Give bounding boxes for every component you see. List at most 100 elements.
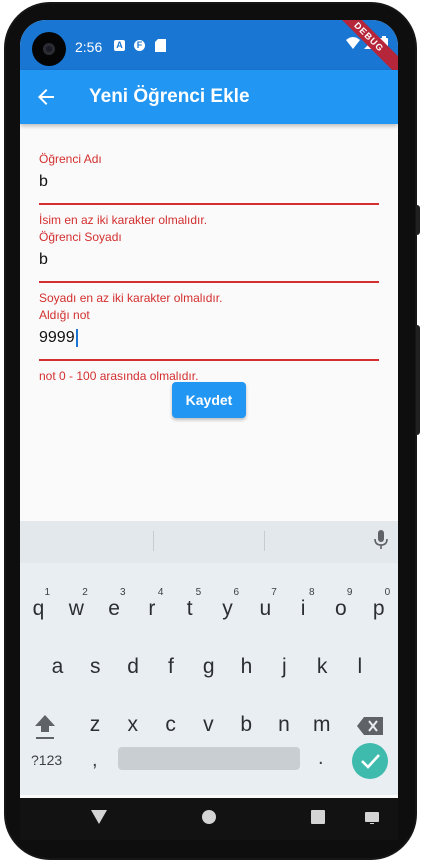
key-s[interactable]: s xyxy=(77,642,114,692)
last-name-value: b xyxy=(39,251,48,268)
key-n[interactable]: n xyxy=(266,700,303,750)
key-number-hint: 5 xyxy=(195,587,202,598)
last-name-input[interactable]: b xyxy=(39,250,379,270)
key-u[interactable]: u7 xyxy=(247,584,284,634)
first-name-error: İsim en az iki karakter olmalıdır. xyxy=(39,213,208,227)
key-w[interactable]: w2 xyxy=(58,584,95,634)
enter-key[interactable] xyxy=(352,743,388,779)
app-bar: Yeni Öğrenci Ekle xyxy=(20,70,398,124)
key-label: o xyxy=(335,597,347,620)
key-k[interactable]: k xyxy=(304,642,341,692)
key-label: q xyxy=(32,597,45,620)
key-number-hint: 6 xyxy=(233,587,239,598)
key-label: j xyxy=(281,655,287,678)
grade-input[interactable]: 9999 xyxy=(39,328,379,348)
key-c[interactable]: c xyxy=(152,700,189,750)
key-number-hint: 7 xyxy=(271,587,277,598)
recents-square-icon[interactable] xyxy=(311,810,325,829)
symbols-key[interactable]: ?123 xyxy=(31,752,62,768)
key-h[interactable]: h xyxy=(228,642,265,692)
front-camera xyxy=(32,32,66,66)
screen: 2:56 A F DEBUG Yeni Öğrenci Ekle Öğrenci… xyxy=(20,20,398,798)
status-time: 2:56 xyxy=(75,39,103,55)
key-g[interactable]: g xyxy=(190,642,227,692)
keyboard-row-1: q1w2e3r4t5y6u7i8o9p0 xyxy=(20,584,398,634)
key-label: x xyxy=(127,713,139,736)
period-key[interactable]: . xyxy=(318,747,324,770)
wifi-icon xyxy=(346,36,360,54)
comma-key[interactable]: , xyxy=(92,749,98,772)
key-label: t xyxy=(186,597,193,620)
volume-button xyxy=(416,205,420,235)
grade-value: 9999 xyxy=(39,329,75,346)
first-name-field[interactable]: Öğrenci Adı b İsim en az iki karakter ol… xyxy=(39,152,379,227)
keyboard-row-3: z x c v b nm xyxy=(20,700,398,750)
key-r[interactable]: r4 xyxy=(133,584,170,634)
shift-icon[interactable] xyxy=(34,714,56,745)
key-number-hint: 8 xyxy=(309,587,315,598)
check-icon xyxy=(361,754,380,769)
save-button[interactable]: Kaydet xyxy=(172,382,246,418)
key-label: i xyxy=(300,597,306,620)
key-number-hint: 1 xyxy=(44,587,50,598)
key-o[interactable]: o9 xyxy=(322,584,359,634)
key-number-hint: 3 xyxy=(120,587,126,598)
key-label: v xyxy=(203,713,214,736)
arrow-back-icon[interactable] xyxy=(34,85,58,109)
home-circle-icon[interactable] xyxy=(202,810,216,829)
key-z[interactable]: z xyxy=(77,700,114,750)
soft-keyboard: q1w2e3r4t5y6u7i8o9p0 asdfghjkl zxcvbnm ?… xyxy=(20,521,398,795)
key-label: b xyxy=(240,713,253,736)
key-d[interactable]: d xyxy=(115,642,152,692)
key-e[interactable]: e3 xyxy=(96,584,133,634)
suggestion-strip xyxy=(20,521,398,563)
suggestion-divider xyxy=(264,531,265,551)
key-label: a xyxy=(51,655,64,678)
keyboard-row-2: a s dfg h jkl xyxy=(20,642,398,692)
key-label: e xyxy=(108,597,120,620)
key-p[interactable]: p0 xyxy=(360,584,397,634)
key-f[interactable]: f xyxy=(152,642,189,692)
sd-card-icon xyxy=(155,39,166,57)
back-triangle-icon[interactable] xyxy=(91,810,107,829)
power-button xyxy=(416,325,420,435)
keyboard-switch-icon[interactable] xyxy=(365,811,379,829)
last-name-field[interactable]: Öğrenci Soyadı b Soyadı en az iki karakt… xyxy=(39,230,379,305)
key-i[interactable]: i8 xyxy=(285,584,322,634)
status-bar: 2:56 A F DEBUG xyxy=(20,20,398,81)
mic-icon[interactable] xyxy=(374,530,388,555)
key-b[interactable]: b xyxy=(228,700,265,750)
last-name-error: Soyadı en az iki karakter olmalıdır. xyxy=(39,291,223,305)
key-j[interactable]: j xyxy=(266,642,303,692)
key-t[interactable]: t5 xyxy=(171,584,208,634)
last-name-label: Öğrenci Soyadı xyxy=(39,230,122,244)
key-l[interactable]: l xyxy=(341,642,378,692)
first-name-input[interactable]: b xyxy=(39,172,379,192)
nav-bar xyxy=(20,798,398,840)
notification-icon-a: A xyxy=(114,40,125,51)
key-label: z xyxy=(89,713,101,736)
spacebar[interactable] xyxy=(118,747,300,770)
key-label: h xyxy=(240,655,253,678)
notification-icon-f: F xyxy=(134,40,145,51)
key-label: d xyxy=(127,655,139,678)
key-label: g xyxy=(202,655,215,678)
key-label: w xyxy=(68,597,84,620)
key-label: n xyxy=(278,713,290,736)
key-a[interactable]: a xyxy=(39,642,76,692)
key-x[interactable]: x xyxy=(114,700,151,750)
backspace-icon[interactable] xyxy=(357,717,383,740)
key-label: m xyxy=(313,713,331,736)
key-v[interactable]: v xyxy=(190,700,227,750)
key-q[interactable]: q1 xyxy=(20,584,57,634)
key-number-hint: 4 xyxy=(157,587,164,598)
key-y[interactable]: y6 xyxy=(209,584,246,634)
key-number-hint: 9 xyxy=(346,587,353,598)
key-m[interactable]: m xyxy=(303,700,340,750)
grade-error: not 0 - 100 arasında olmalıdır. xyxy=(39,369,199,383)
grade-field[interactable]: Aldığı not 9999 not 0 - 100 arasında olm… xyxy=(39,308,379,383)
grade-underline xyxy=(39,359,379,361)
last-name-underline xyxy=(39,281,379,283)
key-label: u xyxy=(259,597,272,620)
key-label: s xyxy=(90,655,101,678)
